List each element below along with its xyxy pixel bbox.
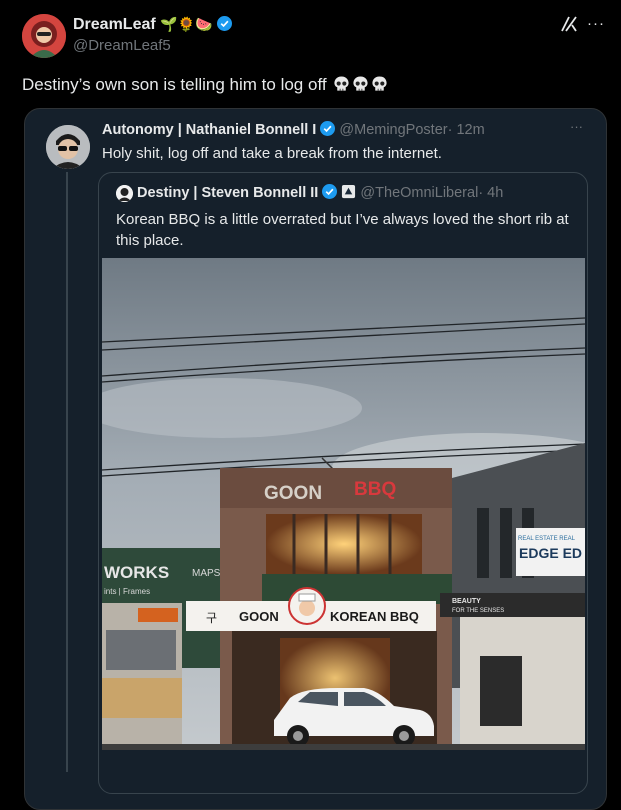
post-text: Destiny’s own son is telling him to log …: [22, 75, 388, 95]
author-name[interactable]: DreamLeaf 🌱🌻🍉: [73, 16, 232, 34]
nested-post-time: · 4h: [478, 185, 504, 201]
author-emoji: 🌱🌻🍉: [160, 16, 213, 32]
post-photo[interactable]: REAL ESTATE REAL EDGE ED GOON BBQ WORKS …: [102, 258, 585, 750]
maps-sign: MAPS: [192, 568, 221, 579]
awning-right-text: KOREAN BBQ: [330, 609, 419, 624]
awning-left-text: GOON: [239, 609, 279, 624]
quoted-author-avatar[interactable]: [46, 125, 90, 169]
quoted-more-options-icon[interactable]: ···: [570, 119, 583, 134]
lit-windows: [266, 514, 422, 574]
realestate-sign-name: EDGE ED: [519, 545, 582, 561]
grok-icon[interactable]: [560, 15, 578, 33]
awning-korean-text: 구: [206, 611, 217, 625]
verified-badge-icon: [322, 184, 338, 199]
nested-author-handle: @TheOmniLiberal: [360, 185, 479, 201]
restaurant-sign-left: GOON: [264, 483, 322, 504]
tram: [102, 603, 182, 750]
thread-line: [66, 172, 68, 772]
beauty-sign-line2: FOR THE SENSES: [452, 608, 504, 614]
author-name-text: DreamLeaf: [73, 16, 156, 33]
affiliate-badge-icon: [342, 184, 356, 199]
quoted-post-time: · 12m: [447, 122, 485, 138]
nested-author-name: Destiny | Steven Bonnell II: [137, 185, 319, 201]
beauty-sign-line1: BEAUTY: [452, 598, 481, 605]
avatar[interactable]: [22, 14, 66, 58]
nested-author-header[interactable]: Destiny | Steven Bonnell II @TheOmniLibe…: [137, 184, 503, 201]
post-text-content: Destiny’s own son is telling him to log …: [22, 75, 327, 94]
nested-post-text: Korean BBQ is a little overrated but I’v…: [116, 211, 569, 249]
quoted-post-text: Holy shit, log off and take a break from…: [102, 145, 442, 162]
skull-emoji-icon: [372, 76, 387, 91]
quoted-author-handle: @MemingPoster: [339, 122, 448, 138]
verified-badge-icon: [216, 16, 232, 31]
skull-emoji-icon: [334, 76, 349, 91]
prints-frames-sign: ints | Frames: [104, 587, 150, 596]
quoted-author-header[interactable]: Autonomy | Nathaniel Bonnell I @MemingPo…: [102, 121, 485, 138]
more-options-icon[interactable]: ···: [587, 15, 605, 32]
verified-badge-icon: [320, 121, 336, 136]
skull-emoji-icon: [353, 76, 368, 91]
works-sign: WORKS: [104, 563, 169, 582]
author-handle[interactable]: @DreamLeaf5: [73, 37, 171, 54]
quoted-author-name: Autonomy | Nathaniel Bonnell I: [102, 122, 317, 138]
realestate-sign-top: REAL ESTATE REAL: [518, 536, 576, 542]
nested-author-avatar[interactable]: [116, 185, 133, 202]
restaurant-sign-right: BBQ: [354, 479, 396, 500]
